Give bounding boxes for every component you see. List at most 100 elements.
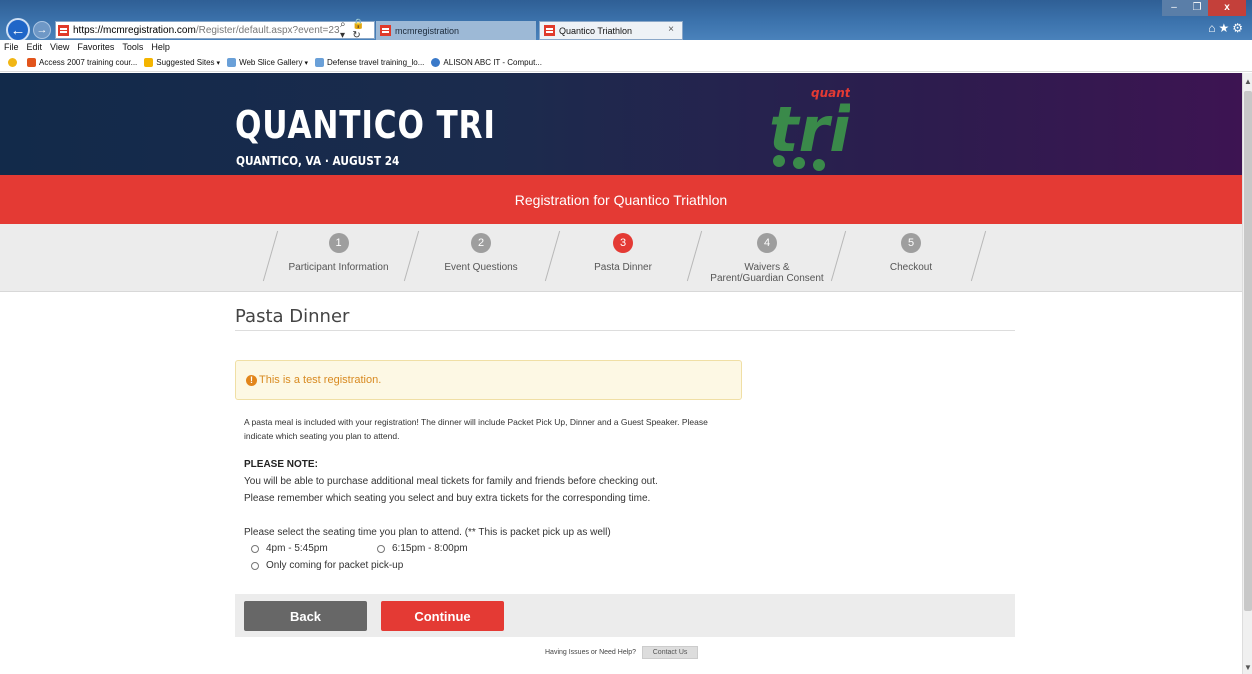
registration-title: Registration for Quantico Triathlon: [514, 191, 728, 208]
intro-text: A pasta meal is included with your regis…: [244, 417, 708, 441]
step-number: 1: [328, 233, 349, 253]
hero-banner: QUANTICO TRI QUANTICO, VA · AUGUST 24 qu…: [0, 73, 1242, 175]
note-title: PLEASE NOTE:: [244, 459, 318, 470]
favorites-add-button[interactable]: [8, 58, 20, 67]
alison-icon: [431, 58, 441, 67]
window-controls: – ❐ x: [1162, 0, 1246, 16]
step-label-line: Waivers &: [744, 262, 790, 273]
step-label: Waivers & Parent/Guardian Consent: [697, 262, 837, 284]
registration-banner: Registration for Quantico Triathlon: [0, 175, 1242, 224]
browser-back-button[interactable]: ←: [6, 18, 30, 42]
menu-edit[interactable]: Edit: [27, 42, 43, 52]
hero-title: QUANTICO TRI: [235, 103, 496, 147]
home-icon[interactable]: ⌂: [1208, 21, 1218, 35]
browser-titlebar: ← → https://mcmregistration.com/Register…: [0, 0, 1252, 42]
web-page-icon: [227, 58, 237, 67]
step-label: Checkout: [889, 262, 933, 273]
browser-tab-mcmregistration[interactable]: mcmregistration: [376, 21, 536, 40]
logo-dot: [773, 155, 785, 167]
browser-forward-button[interactable]: →: [33, 21, 51, 39]
favorite-label: Suggested Sites: [156, 58, 215, 67]
radio-button[interactable]: [251, 561, 259, 570]
address-tools[interactable]: ⌕ ▾ 🔒 ↻: [340, 19, 375, 41]
heading-divider: [235, 330, 1015, 331]
seating-option-4pm[interactable]: 4pm - 5:45pm: [251, 543, 328, 554]
arrow-left-icon: ←: [10, 21, 26, 39]
menu-tools[interactable]: Tools: [122, 42, 143, 52]
contact-us-button[interactable]: Contact Us: [642, 646, 699, 659]
favorite-label: Web Slice Gallery: [239, 58, 303, 67]
step-number: 4: [757, 233, 777, 253]
bing-icon: [144, 58, 154, 67]
logo-mark: tri: [769, 93, 850, 166]
option-label: 6:15pm - 8:00pm: [392, 543, 468, 554]
chevron-up-icon[interactable]: ▲: [1244, 77, 1252, 86]
tab-label: mcmregistration: [395, 25, 460, 36]
favorite-defense-travel[interactable]: Defense travel training_lo...: [315, 58, 424, 67]
step-label: Participant Information: [288, 262, 389, 273]
form-actions: Back Continue: [235, 594, 1015, 637]
arrow-right-icon: →: [36, 24, 48, 36]
help-footer: Having Issues or Need Help? Contact Us: [545, 646, 699, 659]
maximize-window-button[interactable]: ❐: [1186, 0, 1208, 16]
browser-toolbar-icons: ⌂★⚙: [1208, 21, 1246, 35]
step-label-line: Parent/Guardian Consent: [710, 273, 824, 284]
seating-prompt: Please select the seating time you plan …: [244, 527, 611, 538]
web-page-icon: [315, 58, 325, 67]
site-favicon-icon: [58, 24, 69, 36]
favorite-label: Access 2007 training cour...: [39, 58, 138, 67]
favorites-star-icon[interactable]: ★: [1218, 21, 1232, 35]
tab-favicon-icon: [380, 25, 391, 36]
minimize-window-button[interactable]: –: [1162, 0, 1186, 16]
menu-view[interactable]: View: [50, 42, 69, 52]
back-button[interactable]: Back: [244, 601, 367, 631]
office-icon: [27, 58, 36, 67]
page-scrollbar[interactable]: ▲ ▼: [1242, 73, 1252, 674]
menu-help[interactable]: Help: [151, 42, 170, 52]
gear-icon[interactable]: ⚙: [1232, 21, 1246, 35]
page-viewport: QUANTICO TRI QUANTICO, VA · AUGUST 24 qu…: [0, 73, 1242, 674]
browser-menubar: File Edit View Favorites Tools Help: [0, 40, 1252, 54]
seating-option-615pm[interactable]: 6:15pm - 8:00pm: [377, 543, 468, 554]
favorite-label: Defense travel training_lo...: [327, 58, 425, 67]
step-number: 2: [471, 233, 491, 253]
browser-tab-quantico[interactable]: Quantico Triathlon ×: [539, 21, 683, 40]
step-waivers-consent: 4 Waivers & Parent/Guardian Consent: [697, 224, 837, 292]
favorites-star-icon: [8, 58, 17, 67]
favorite-access-training[interactable]: Access 2007 training cour...: [27, 58, 137, 67]
close-window-button[interactable]: x: [1208, 0, 1246, 16]
alert-text: This is a test registration.: [259, 374, 382, 386]
step-checkout: 5 Checkout: [842, 224, 980, 292]
radio-button[interactable]: [251, 544, 259, 553]
favorites-bar: Access 2007 training cour... Suggested S…: [0, 54, 1252, 72]
seating-option-packet-pickup[interactable]: Only coming for packet pick-up: [251, 560, 403, 571]
help-text: Having Issues or Need Help?: [545, 649, 637, 656]
step-number-active: 3: [613, 233, 633, 253]
continue-button[interactable]: Continue: [381, 601, 504, 631]
chevron-down-icon[interactable]: ▼: [1244, 663, 1252, 672]
scrollbar-thumb[interactable]: [1244, 91, 1252, 611]
tab-close-icon[interactable]: ×: [668, 24, 674, 35]
step-number: 5: [901, 233, 921, 253]
favorite-suggested-sites[interactable]: Suggested Sites ▾: [144, 58, 220, 67]
menu-file[interactable]: File: [4, 42, 19, 52]
test-registration-alert: ! This is a test registration.: [235, 360, 742, 400]
address-domain: https://mcmregistration.com: [73, 24, 196, 36]
search-icon[interactable]: ⌕ ▾: [340, 19, 352, 41]
logo-dot: [813, 159, 825, 171]
step-label: Pasta Dinner: [594, 262, 652, 273]
exclamation-circle-icon: !: [246, 374, 257, 386]
hero-subtitle: QUANTICO, VA · AUGUST 24: [236, 154, 400, 168]
logo-dot: [793, 157, 805, 169]
radio-button[interactable]: [377, 544, 385, 553]
favorite-web-slice-gallery[interactable]: Web Slice Gallery ▾: [227, 58, 308, 67]
quantico-tri-logo: quantico tri: [769, 86, 850, 171]
step-event-questions: 2 Event Questions: [413, 224, 549, 292]
note-line: You will be able to purchase additional …: [244, 476, 658, 487]
lock-refresh-icon[interactable]: 🔒 ↻: [352, 19, 374, 41]
favorite-label: ALISON ABC IT - Comput...: [443, 58, 542, 67]
address-bar[interactable]: https://mcmregistration.com/Register/def…: [55, 21, 375, 39]
favorite-alison[interactable]: ALISON ABC IT - Comput...: [431, 58, 542, 67]
menu-favorites[interactable]: Favorites: [77, 42, 114, 52]
tab-label: Quantico Triathlon: [559, 25, 633, 36]
